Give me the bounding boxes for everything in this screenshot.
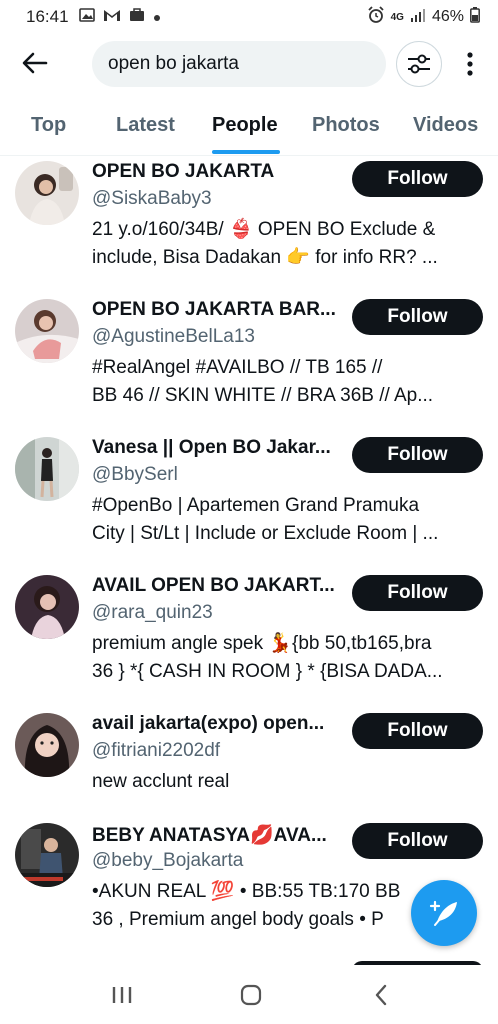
list-item[interactable]: avail jakarta(expo) open... @fitriani220… [0, 709, 498, 819]
follow-button[interactable]: Follow [352, 713, 483, 749]
bio-line: new acclunt real [92, 771, 230, 792]
follow-button[interactable]: Follow [352, 575, 483, 611]
person-handle: @SiskaBaby3 [92, 188, 212, 209]
back-nav-button[interactable] [366, 981, 396, 1009]
bio-line: include, Bisa Dadakan 👉 for info RR? ... [92, 247, 438, 268]
compose-tweet-button[interactable] [411, 880, 477, 946]
tab-photos[interactable]: Photos [312, 114, 380, 137]
person-handle: @rara_quin23 [92, 602, 213, 623]
person-bio: new acclunt real [92, 768, 488, 796]
search-query: open bo jakarta [108, 53, 239, 74]
person-handle: @BbySerl [92, 464, 178, 485]
person-bio: 21 y.o/160/34B/ 👙 OPEN BO Exclude & incl… [92, 216, 488, 272]
search-header: open bo jakarta [0, 34, 498, 96]
battery-level: 46% [431, 8, 464, 25]
active-tab-indicator [212, 150, 280, 154]
list-item[interactable]: AVAIL OPEN BO JAKART... @rara_quin23 pre… [0, 571, 498, 709]
person-bio: #RealAngel #AVAILBO // TB 165 // BB 46 /… [92, 354, 488, 410]
sliders-icon [408, 54, 430, 74]
compose-feather-icon [429, 900, 457, 926]
battery-icon [470, 6, 480, 28]
tab-people[interactable]: People [212, 114, 278, 137]
signal-icon [410, 8, 426, 27]
person-name: AVAIL OPEN BO JAKART... [92, 575, 335, 596]
avatar[interactable] [15, 713, 79, 777]
bio-line: 36 } *{ CASH IN ROOM } * {BISA DADA... [92, 661, 443, 682]
person-handle: @fitriani2202df [92, 740, 221, 761]
list-item[interactable]: OPEN BO JAKARTA @SiskaBaby3 21 y.o/160/3… [0, 157, 498, 295]
back-button[interactable] [20, 48, 50, 78]
search-input[interactable]: open bo jakarta [92, 41, 386, 87]
person-name: OPEN BO JAKARTA BAR... [92, 299, 336, 320]
tab-top[interactable]: Top [31, 114, 66, 137]
recents-icon [112, 987, 132, 1003]
follow-button[interactable]: Follow [352, 437, 483, 473]
search-tabs: Top Latest People Photos Videos [0, 100, 498, 156]
person-handle: @beby_Bojakarta [92, 850, 244, 871]
person-name: avail jakarta(expo) open... [92, 713, 325, 734]
bio-line: #RealAngel #AVAILBO // TB 165 // [92, 357, 383, 378]
avatar[interactable] [15, 299, 79, 363]
image-icon [78, 7, 95, 27]
person-name: OPEN BO JAKARTA [92, 161, 275, 182]
recents-button[interactable] [107, 981, 137, 1009]
follow-button[interactable]: Follow [352, 299, 483, 335]
person-bio: premium angle spek 💃{bb 50,tb165,bra 36 … [92, 630, 488, 686]
bag-icon [129, 7, 145, 27]
tab-videos[interactable]: Videos [413, 114, 478, 137]
list-item[interactable]: Vanesa || Open BO Jakar... @BbySerl #Ope… [0, 433, 498, 571]
follow-button[interactable]: Follow [352, 161, 483, 197]
bio-line: 21 y.o/160/34B/ 👙 OPEN BO Exclude & [92, 219, 436, 240]
person-handle: @AgustineBelLa13 [92, 326, 255, 347]
avatar[interactable] [15, 437, 79, 501]
people-list: OPEN BO JAKARTA @SiskaBaby3 21 y.o/160/3… [0, 157, 498, 965]
dot-icon [153, 7, 161, 27]
person-bio: #OpenBo | Apartemen Grand Pramuka City |… [92, 492, 488, 548]
back-icon [375, 984, 387, 1006]
alarm-icon [367, 5, 385, 29]
bio-line: City | St/Lt | Include or Exclude Room |… [92, 523, 439, 544]
person-name: BEBY ANATASYA💋AVA... [92, 825, 327, 846]
more-vertical-icon [467, 52, 473, 76]
avatar[interactable] [15, 823, 79, 887]
home-button[interactable] [236, 981, 266, 1009]
status-time: 16:41 [26, 7, 69, 26]
person-name: Vanesa || Open BO Jakar... [92, 437, 331, 458]
bio-line: #OpenBo | Apartemen Grand Pramuka [92, 495, 420, 516]
gmail-icon [103, 7, 121, 27]
network-label: 4G [390, 11, 404, 23]
home-icon [240, 984, 262, 1006]
bio-line: premium angle spek 💃{bb 50,tb165,bra [92, 633, 432, 654]
status-bar: 16:41 4G 46% [0, 0, 498, 34]
avatar[interactable] [15, 161, 79, 225]
follow-button[interactable]: Follow [352, 823, 483, 859]
arrow-left-icon [22, 52, 48, 74]
list-item[interactable]: OPEN BO JAKARTA BAR... @AgustineBelLa13 … [0, 295, 498, 433]
more-options-button[interactable] [460, 44, 480, 84]
bio-line: BB 46 // SKIN WHITE // BRA 36B // Ap... [92, 385, 434, 406]
avatar[interactable] [15, 575, 79, 639]
search-filter-button[interactable] [396, 41, 442, 87]
system-nav-bar [0, 965, 498, 1024]
tab-latest[interactable]: Latest [116, 114, 175, 137]
